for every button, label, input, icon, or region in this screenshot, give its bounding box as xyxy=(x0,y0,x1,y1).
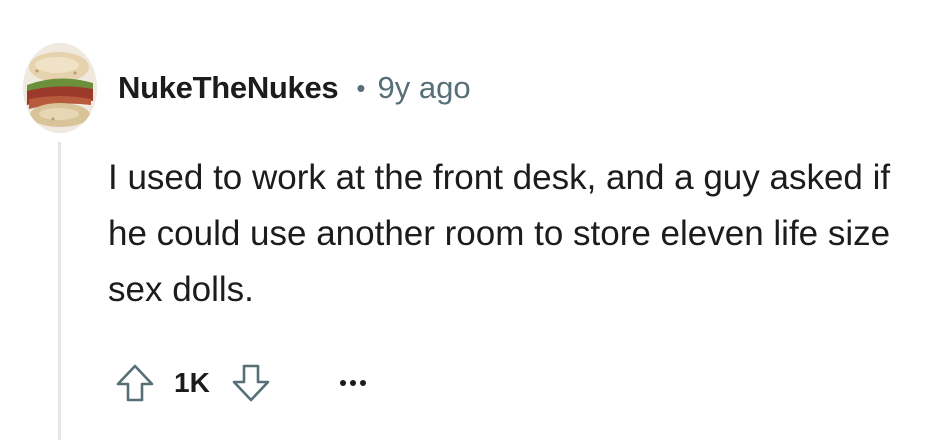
avatar[interactable] xyxy=(23,43,97,133)
comment-body: I used to work at the front desk, and a … xyxy=(108,158,891,309)
comment-header: NukeTheNukes • 9y ago xyxy=(118,68,471,108)
more-options-icon[interactable] xyxy=(339,363,366,403)
thread-line[interactable] xyxy=(58,142,61,440)
arrow-up-icon xyxy=(116,364,154,402)
downvote-button[interactable] xyxy=(228,360,274,406)
upvote-button[interactable] xyxy=(112,360,158,406)
more-dot xyxy=(339,380,346,386)
more-dot xyxy=(359,380,366,386)
more-dot xyxy=(349,380,356,386)
timestamp[interactable]: 9y ago xyxy=(377,70,470,106)
sandwich-avatar-image xyxy=(23,43,97,133)
meta-separator: • xyxy=(356,72,366,103)
comment: NukeTheNukes • 9y ago I used to work at … xyxy=(0,0,926,440)
vote-score: 1K xyxy=(174,367,210,398)
arrow-down-icon xyxy=(232,364,270,402)
username[interactable]: NukeTheNukes xyxy=(118,70,339,106)
comment-actions: 1K xyxy=(112,358,366,408)
